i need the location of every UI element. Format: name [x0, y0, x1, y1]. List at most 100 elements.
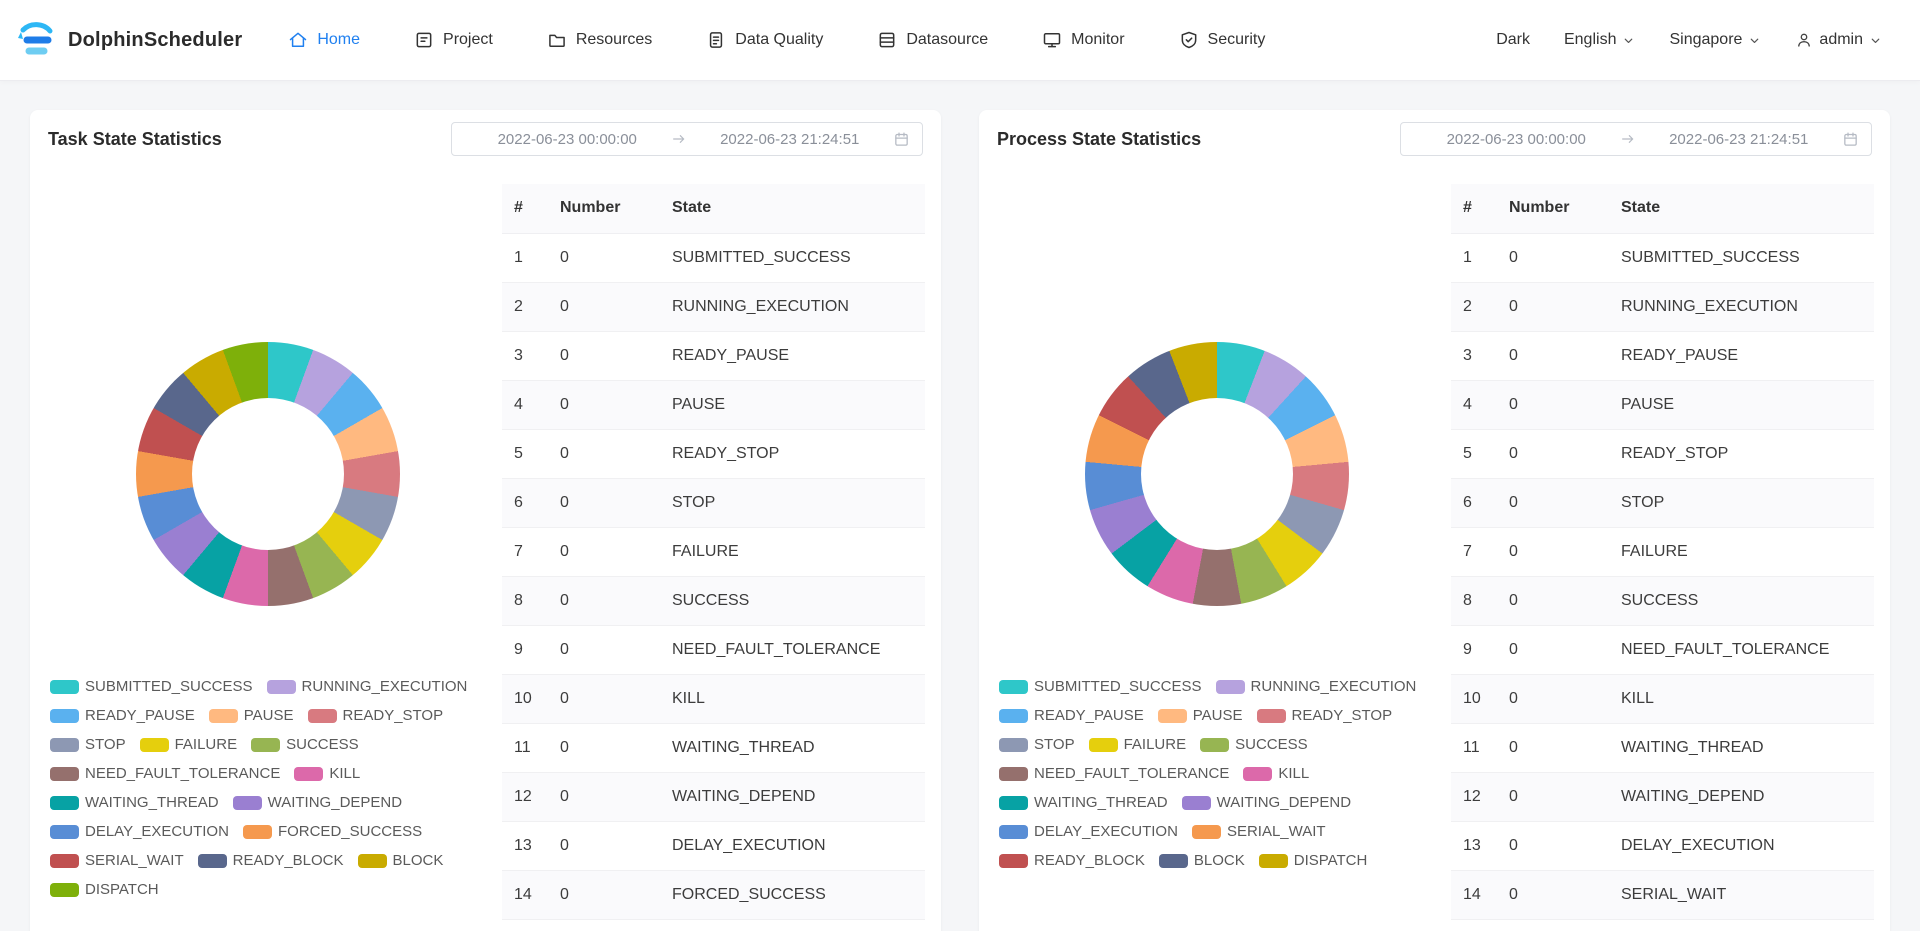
row-number: 0 — [548, 625, 660, 674]
legend-label: BLOCK — [393, 852, 444, 870]
donut-chart[interactable] — [1085, 342, 1349, 606]
legend-item[interactable]: SUBMITTED_SUCCESS — [999, 678, 1202, 696]
legend-item[interactable]: FORCED_SUCCESS — [243, 823, 422, 841]
chart-column: SUBMITTED_SUCCESS RUNNING_EXECUTION READY_… — [995, 184, 1439, 920]
legend-item[interactable]: FAILURE — [140, 736, 238, 754]
nav-item-project[interactable]: Project — [414, 30, 493, 50]
legend-item[interactable]: DELAY_EXECUTION — [999, 823, 1178, 841]
nav-item-home[interactable]: Home — [288, 30, 360, 50]
legend-item[interactable]: DISPATCH — [1259, 852, 1368, 870]
nav-item-resources[interactable]: Resources — [547, 30, 652, 50]
legend-label: PAUSE — [244, 707, 294, 725]
table-row: 40PAUSE — [502, 380, 925, 429]
row-state: PAUSE — [1609, 380, 1874, 429]
legend-swatch — [999, 854, 1028, 868]
row-index: 1 — [1451, 233, 1497, 282]
user-menu[interactable]: admin — [1795, 31, 1882, 49]
legend-swatch — [999, 796, 1028, 810]
nav-item-security[interactable]: Security — [1179, 30, 1266, 50]
legend-item[interactable]: STOP — [999, 736, 1075, 754]
table-row: 140SERIAL_WAIT — [1451, 870, 1874, 919]
legend-item[interactable]: READY_STOP — [1257, 707, 1393, 725]
row-number: 0 — [548, 723, 660, 772]
nav-item-data-quality[interactable]: Data Quality — [706, 30, 823, 50]
legend-label: STOP — [1034, 736, 1075, 754]
dolphinscheduler-logo[interactable]: DolphinScheduler — [16, 18, 242, 62]
main-menu: Home Project Resources Data Quality Data… — [288, 30, 1265, 50]
row-state: PAUSE — [660, 380, 925, 429]
legend-item[interactable]: BLOCK — [358, 852, 444, 870]
legend-item[interactable]: DISPATCH — [50, 881, 159, 899]
arrow-right-icon — [1620, 131, 1636, 147]
nav-item-monitor[interactable]: Monitor — [1042, 30, 1124, 50]
card-title: Task State Statistics — [48, 129, 222, 150]
row-state: DELAY_EXECUTION — [1609, 821, 1874, 870]
arrow-right-icon — [671, 131, 687, 147]
legend-item[interactable]: SUCCESS — [251, 736, 359, 754]
table-row: 20RUNNING_EXECUTION — [502, 282, 925, 331]
row-index: 5 — [502, 429, 548, 478]
legend-item[interactable]: RUNNING_EXECUTION — [267, 678, 468, 696]
table-row: 50READY_STOP — [1451, 429, 1874, 478]
table-row: 40PAUSE — [1451, 380, 1874, 429]
legend-item[interactable]: SERIAL_WAIT — [50, 852, 184, 870]
legend-item[interactable]: KILL — [294, 765, 360, 783]
table-row: 120WAITING_DEPEND — [1451, 772, 1874, 821]
legend-item[interactable]: BLOCK — [1159, 852, 1245, 870]
legend-swatch — [1259, 854, 1288, 868]
nav-right-controls: Dark English Singapore admin — [1496, 31, 1882, 49]
legend-item[interactable]: RUNNING_EXECUTION — [1216, 678, 1417, 696]
legend-item[interactable]: READY_STOP — [308, 707, 444, 725]
legend-label: READY_BLOCK — [233, 852, 344, 870]
row-state: SUCCESS — [660, 576, 925, 625]
legend-item[interactable]: SUBMITTED_SUCCESS — [50, 678, 253, 696]
row-number: 0 — [1497, 331, 1609, 380]
legend-item[interactable]: WAITING_THREAD — [999, 794, 1168, 812]
legend-item[interactable]: FAILURE — [1089, 736, 1187, 754]
row-index: 3 — [502, 331, 548, 380]
row-number: 0 — [548, 282, 660, 331]
legend-item[interactable]: SUCCESS — [1200, 736, 1308, 754]
legend-item[interactable]: READY_BLOCK — [999, 852, 1145, 870]
row-number: 0 — [1497, 674, 1609, 723]
process-state-statistics-card: Process State Statistics 2022-06-23 00:0… — [979, 110, 1890, 931]
language-select[interactable]: English — [1564, 31, 1635, 49]
legend-swatch — [267, 680, 296, 694]
row-number: 0 — [548, 576, 660, 625]
nav-item-datasource[interactable]: Datasource — [877, 30, 988, 50]
legend-item[interactable]: PAUSE — [1158, 707, 1243, 725]
legend-label: SERIAL_WAIT — [1227, 823, 1326, 841]
row-state: WAITING_DEPEND — [1609, 772, 1874, 821]
chevron-down-icon — [1622, 34, 1635, 47]
legend-item[interactable]: SERIAL_WAIT — [1192, 823, 1326, 841]
row-state: FAILURE — [660, 527, 925, 576]
legend-item[interactable]: PAUSE — [209, 707, 294, 725]
legend-item[interactable]: NEED_FAULT_TOLERANCE — [50, 765, 280, 783]
legend-item[interactable]: READY_PAUSE — [999, 707, 1144, 725]
date-range-picker[interactable]: 2022-06-23 00:00:00 2022-06-23 21:24:51 — [1400, 122, 1872, 156]
row-number: 0 — [548, 870, 660, 919]
legend-item[interactable]: KILL — [1243, 765, 1309, 783]
legend-item[interactable]: READY_PAUSE — [50, 707, 195, 725]
legend-item[interactable]: WAITING_THREAD — [50, 794, 219, 812]
row-number: 0 — [1497, 870, 1609, 919]
timezone-select[interactable]: Singapore — [1669, 31, 1761, 49]
row-number: 0 — [548, 331, 660, 380]
legend-item[interactable]: WAITING_DEPEND — [233, 794, 402, 812]
legend-item[interactable]: WAITING_DEPEND — [1182, 794, 1351, 812]
legend-item[interactable]: STOP — [50, 736, 126, 754]
row-state: SUBMITTED_SUCCESS — [660, 233, 925, 282]
donut-chart[interactable] — [136, 342, 400, 606]
date-range-picker[interactable]: 2022-06-23 00:00:00 2022-06-23 21:24:51 — [451, 122, 923, 156]
legend-swatch — [999, 767, 1028, 781]
donut-hole — [1141, 398, 1293, 550]
table-column: # Number State 10SUBMITTED_SUCCESS20RUNN… — [502, 184, 925, 920]
legend-item[interactable]: NEED_FAULT_TOLERANCE — [999, 765, 1229, 783]
row-number: 0 — [1497, 772, 1609, 821]
row-number: 0 — [548, 233, 660, 282]
row-index: 4 — [1451, 380, 1497, 429]
legend-item[interactable]: READY_BLOCK — [198, 852, 344, 870]
legend-item[interactable]: DELAY_EXECUTION — [50, 823, 229, 841]
data-quality-icon — [706, 30, 726, 50]
theme-toggle-button[interactable]: Dark — [1496, 31, 1530, 49]
